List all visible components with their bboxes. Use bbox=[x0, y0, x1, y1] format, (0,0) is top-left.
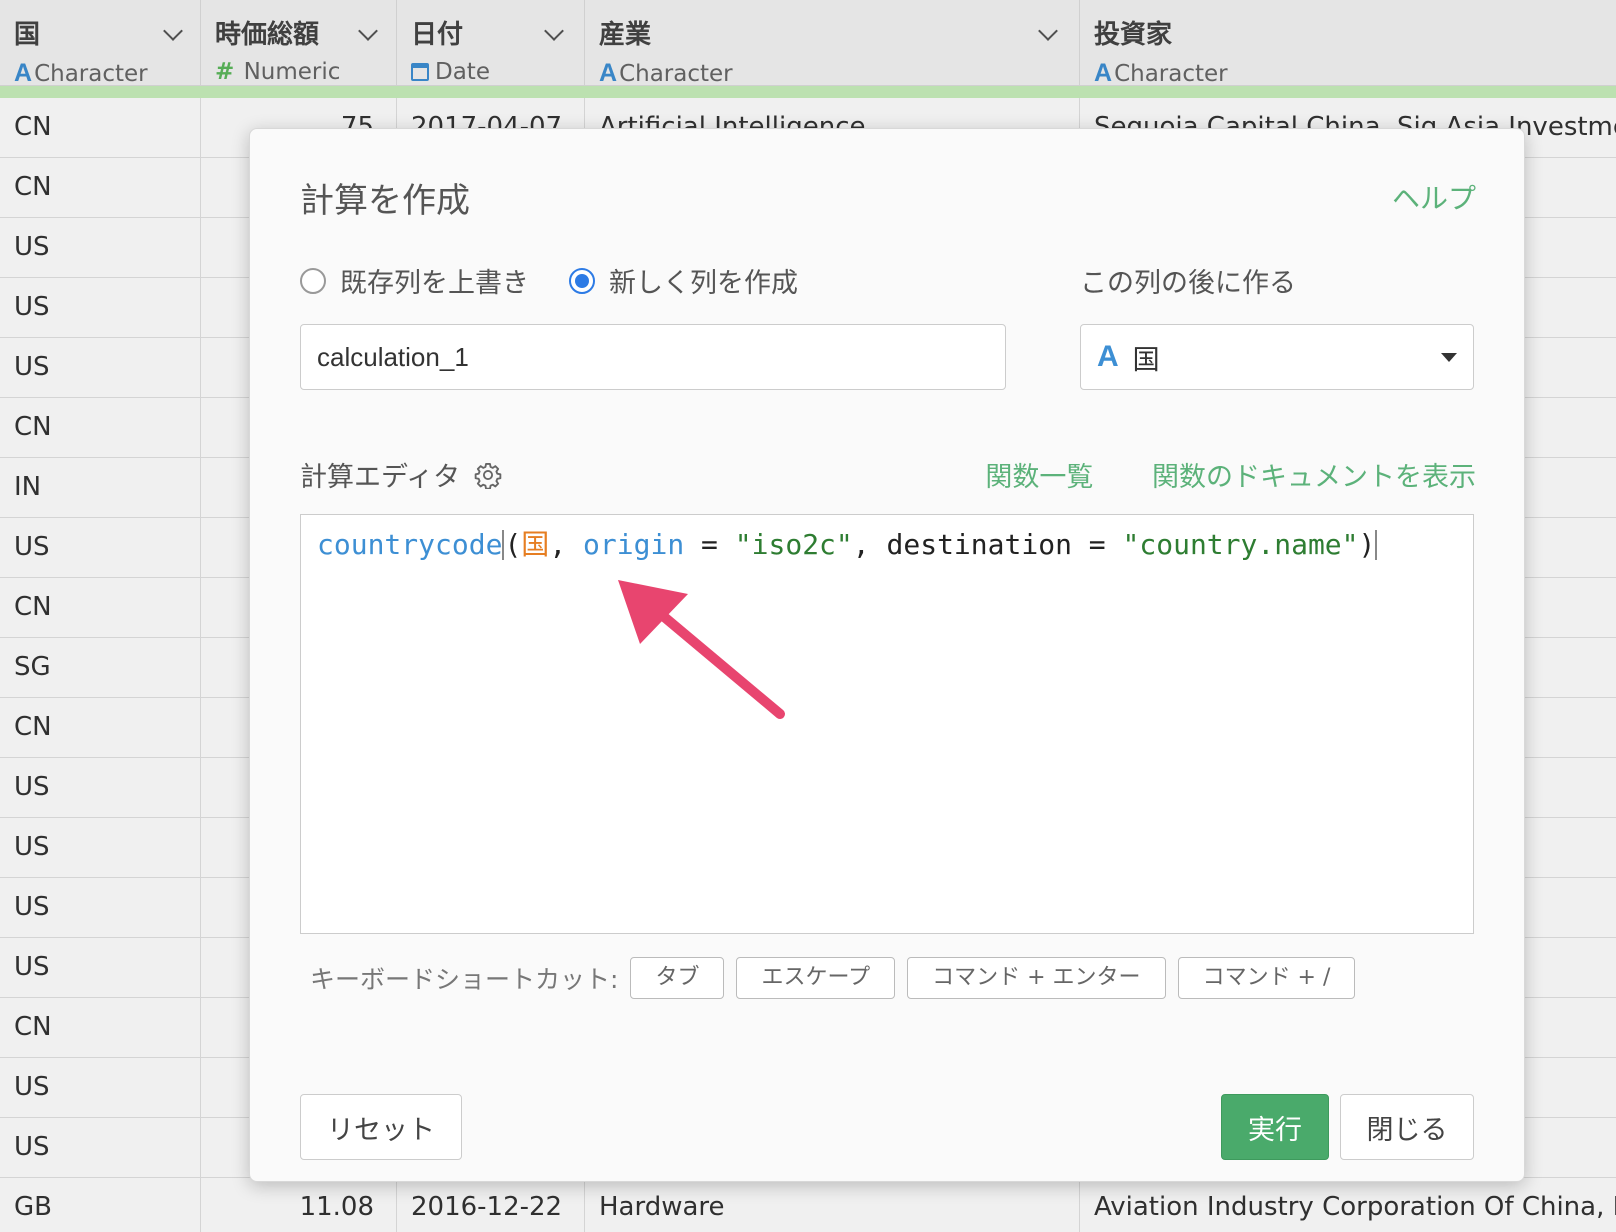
calculation-editor[interactable]: countrycode(国, origin = "iso2c", destina… bbox=[300, 514, 1474, 934]
shortcut-key: エスケープ bbox=[736, 957, 896, 999]
after-column-label: この列の後に作る bbox=[1080, 268, 1296, 299]
shortcut-key: コマンド + エンター bbox=[907, 957, 1166, 999]
radio-overwrite-label[interactable]: 既存列を上書き bbox=[340, 261, 529, 300]
close-button[interactable]: 閉じる bbox=[1340, 1094, 1474, 1160]
annotation-arrow-icon bbox=[618, 580, 785, 719]
mode-radio-group: 既存列を上書き 新しく列を作成 bbox=[300, 261, 838, 300]
after-column-select[interactable]: A 国 bbox=[1080, 324, 1474, 390]
shortcut-key: タブ bbox=[630, 957, 725, 999]
function-docs-link[interactable]: 関数のドキュメントを表示 bbox=[1152, 462, 1476, 493]
code-arg-destination: destination bbox=[886, 528, 1072, 561]
code-column-ref: 国 bbox=[521, 528, 550, 561]
shortcuts-label: キーボードショートカット: bbox=[310, 965, 619, 994]
editor-label-group: 計算エディタ bbox=[300, 455, 502, 494]
dialog-title: 計算を作成 bbox=[300, 181, 470, 221]
code-line: countrycode(国, origin = "iso2c", destina… bbox=[317, 528, 1378, 561]
help-link[interactable]: ヘルプ bbox=[1392, 177, 1476, 217]
new-column-name-input[interactable] bbox=[300, 324, 1006, 390]
radio-overwrite[interactable] bbox=[300, 267, 326, 294]
code-arg-origin: origin bbox=[583, 528, 685, 561]
caret-down-icon bbox=[1441, 353, 1457, 362]
radio-create-new[interactable] bbox=[569, 267, 595, 294]
keyboard-shortcuts: キーボードショートカット: タブ エスケープ コマンド + エンター コマンド … bbox=[310, 957, 1356, 999]
code-string-iso2c: "iso2c" bbox=[734, 528, 853, 561]
create-calculation-dialog: 計算を作成 ヘルプ 既存列を上書き 新しく列を作成 この列の後に作る A 国 計… bbox=[249, 128, 1525, 1182]
selected-column: 国 bbox=[1132, 344, 1160, 376]
radio-create-new-label[interactable]: 新しく列を作成 bbox=[609, 261, 798, 300]
reset-button[interactable]: リセット bbox=[300, 1094, 462, 1160]
gear-icon[interactable] bbox=[474, 461, 502, 489]
function-list-link[interactable]: 関数一覧 bbox=[985, 462, 1093, 493]
shortcut-key: コマンド + / bbox=[1177, 957, 1356, 999]
code-string-country-name: "country.name" bbox=[1122, 528, 1359, 561]
editor-label: 計算エディタ bbox=[300, 462, 461, 493]
code-function: countrycode bbox=[317, 528, 503, 561]
character-type-icon: A bbox=[1097, 340, 1119, 373]
run-button[interactable]: 実行 bbox=[1221, 1094, 1329, 1160]
